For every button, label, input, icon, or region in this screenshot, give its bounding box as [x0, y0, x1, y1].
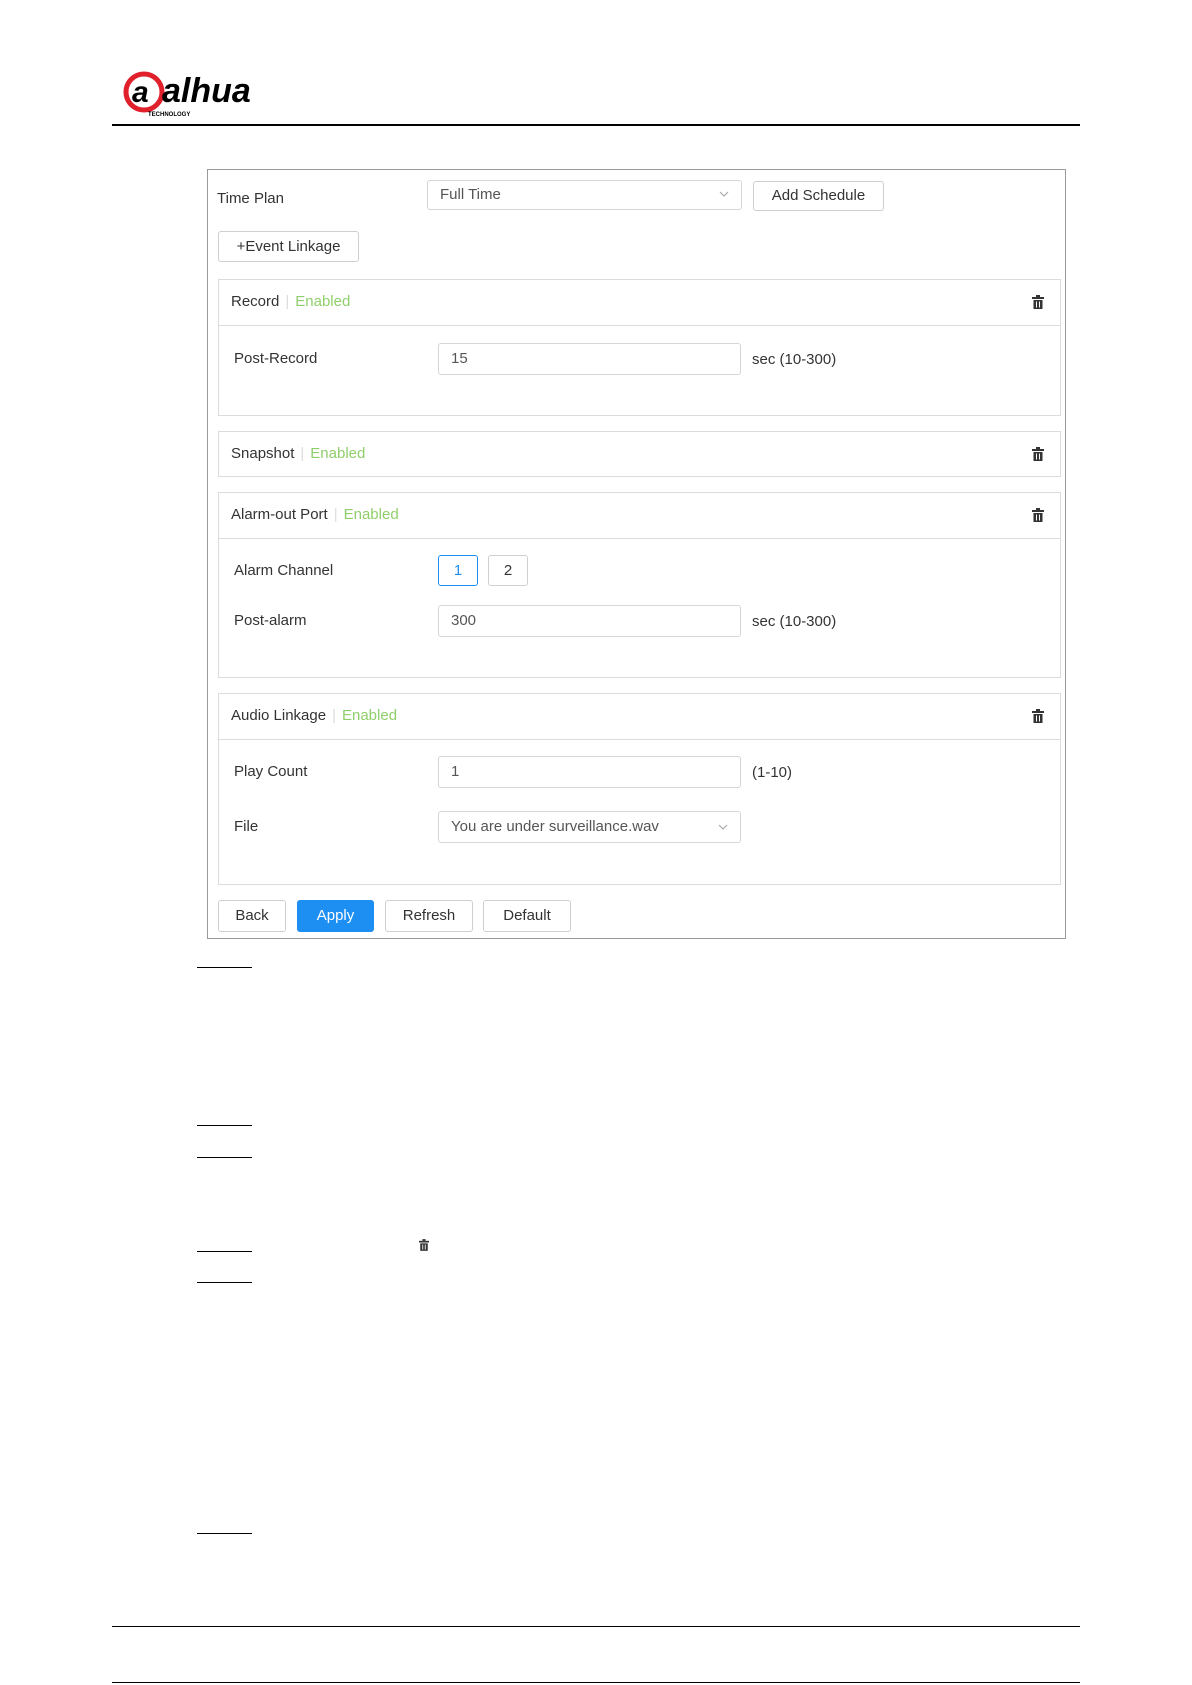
audio-linkage-card: Audio Linkage | Enabled Play Count 1 (1-10…	[218, 693, 1061, 885]
trash-icon[interactable]	[1032, 709, 1044, 723]
apply-button[interactable]: Apply	[297, 900, 374, 932]
post-alarm-label: Post-alarm	[234, 612, 307, 629]
svg-text:a: a	[132, 76, 149, 109]
snapshot-status: Enabled	[310, 445, 366, 462]
record-card: Record | Enabled Post-Record 15 sec (10-30…	[218, 279, 1061, 416]
alarm-channel-label: Alarm Channel	[234, 562, 334, 579]
page-bottom-rule	[112, 1682, 1080, 1683]
step-marker	[197, 1282, 252, 1283]
audio-linkage-card-header: Audio Linkage | Enabled	[219, 694, 1060, 740]
audio-file-value: You are under surveillance.wav	[451, 818, 659, 835]
alarm-channel-1-button[interactable]: 1	[438, 555, 478, 586]
trash-icon[interactable]	[1032, 447, 1044, 461]
record-card-header: Record | Enabled	[219, 280, 1060, 326]
trash-icon	[419, 1239, 429, 1251]
audio-linkage-title: Audio Linkage | Enabled	[231, 707, 398, 724]
dahua-logo: a alhua TECHNOLOGY	[123, 71, 251, 118]
chevron-down-icon	[719, 189, 729, 199]
post-record-label: Post-Record	[234, 350, 318, 367]
svg-text:TECHNOLOGY: TECHNOLOGY	[148, 112, 190, 118]
footer-rule	[112, 1626, 1080, 1627]
audio-linkage-title-text: Audio Linkage	[231, 707, 327, 724]
trash-icon[interactable]	[1032, 295, 1044, 309]
alarm-out-title-text: Alarm-out Port	[231, 506, 328, 523]
step-marker	[197, 1125, 252, 1126]
alarm-out-status: Enabled	[343, 506, 399, 523]
snapshot-title: Snapshot | Enabled	[231, 445, 366, 462]
record-status: Enabled	[295, 293, 351, 310]
back-button[interactable]: Back	[218, 900, 286, 932]
step-marker	[197, 1251, 252, 1252]
alarm-out-card: Alarm-out Port | Enabled Alarm Channel 1 2…	[218, 492, 1061, 678]
refresh-button[interactable]: Refresh	[385, 900, 473, 932]
trash-icon[interactable]	[1032, 508, 1044, 522]
post-record-unit: sec (10-300)	[752, 351, 837, 368]
play-count-input[interactable]: 1	[438, 756, 741, 788]
file-label: File	[234, 818, 259, 835]
step-marker	[197, 967, 252, 968]
play-count-label: Play Count	[234, 763, 308, 780]
chevron-down-icon	[718, 822, 728, 832]
time-plan-select[interactable]: Full Time	[427, 180, 742, 210]
brand-logo: a alhua TECHNOLOGY	[120, 68, 255, 120]
snapshot-title-text: Snapshot	[231, 445, 295, 462]
step-marker	[197, 1533, 252, 1534]
record-title-text: Record	[231, 293, 280, 310]
add-schedule-button[interactable]: Add Schedule	[753, 181, 884, 211]
record-title: Record | Enabled	[231, 293, 351, 310]
post-record-input[interactable]: 15	[438, 343, 741, 375]
alarm-out-card-header: Alarm-out Port | Enabled	[219, 493, 1060, 539]
snapshot-card-header: Snapshot | Enabled	[219, 432, 1060, 477]
snapshot-card: Snapshot | Enabled	[218, 431, 1061, 477]
audio-linkage-status: Enabled	[341, 707, 398, 724]
post-alarm-unit: sec (10-300)	[752, 613, 837, 630]
header-rule	[112, 124, 1080, 126]
svg-text:alhua: alhua	[162, 72, 251, 110]
alarm-channel-2-button[interactable]: 2	[488, 555, 528, 586]
default-button[interactable]: Default	[483, 900, 571, 932]
event-settings-panel: Time Plan Full Time Add Schedule +Event …	[207, 169, 1066, 939]
play-count-unit: (1-10)	[752, 764, 793, 781]
alarm-out-title: Alarm-out Port | Enabled	[231, 506, 399, 523]
audio-file-select[interactable]: You are under surveillance.wav	[438, 811, 741, 843]
post-alarm-input[interactable]: 300	[438, 605, 741, 637]
step-marker	[197, 1157, 252, 1158]
time-plan-label: Time Plan	[217, 190, 284, 207]
time-plan-value: Full Time	[440, 186, 501, 203]
event-linkage-button[interactable]: +Event Linkage	[218, 231, 359, 262]
